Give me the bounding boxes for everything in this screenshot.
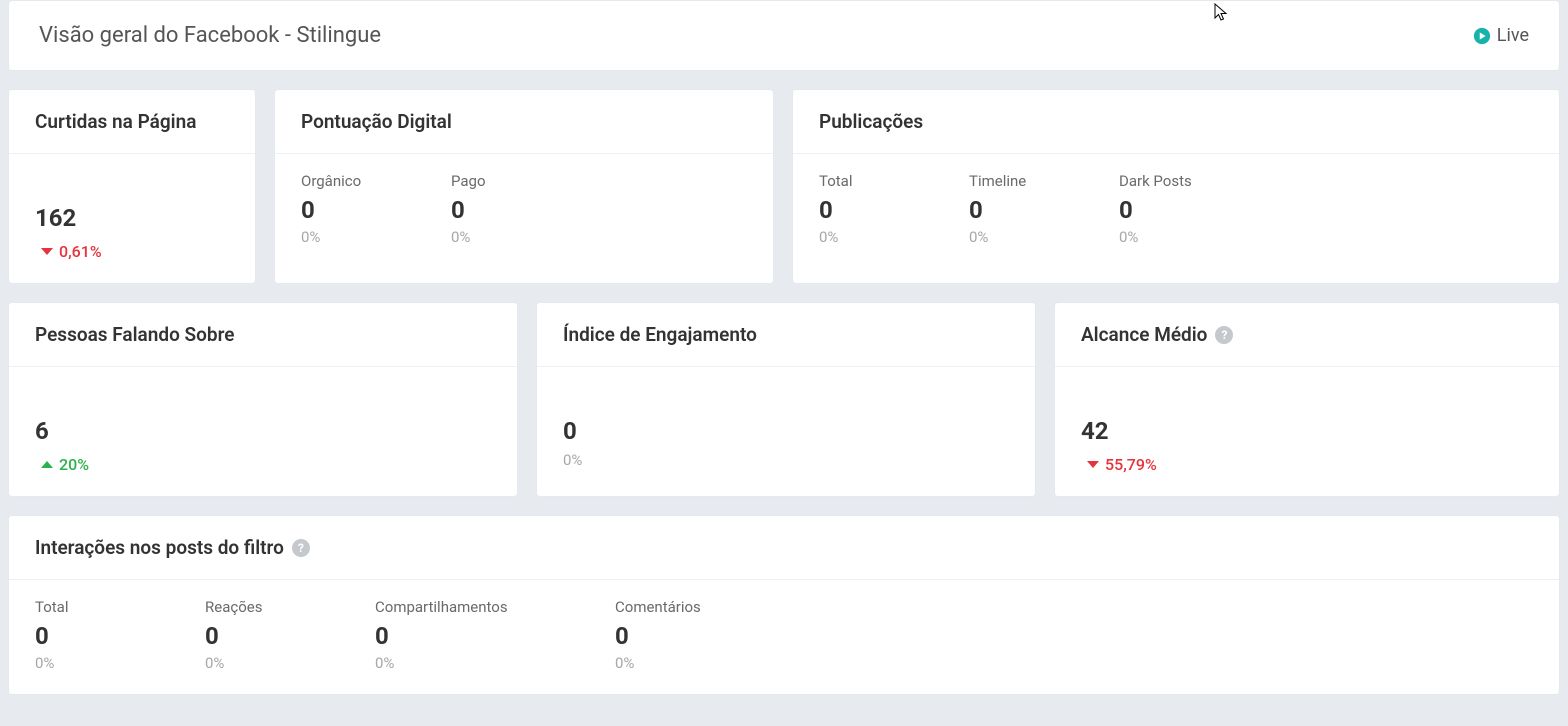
metric-label: Pago xyxy=(451,172,541,190)
card-header: Interações nos posts do filtro ? xyxy=(9,516,1559,580)
card-body: 42 55,79% xyxy=(1055,367,1559,496)
delta-text: 20% xyxy=(59,455,89,474)
metric-value: 0 xyxy=(615,622,705,650)
engagement-value: 0 xyxy=(563,417,1009,445)
metric-delta: 0% xyxy=(969,228,1059,246)
metric-delta: 0% xyxy=(819,228,909,246)
metric-total: Total 0 0% xyxy=(35,598,125,672)
card-header: Publicações xyxy=(793,90,1559,154)
metric-delta: 0% xyxy=(1119,228,1209,246)
metric-value: 0 xyxy=(819,196,909,224)
page-header: Visão geral do Facebook - Stilingue Live xyxy=(8,0,1560,71)
page-likes-value: 162 xyxy=(35,204,229,232)
avg-reach-delta: 55,79% xyxy=(1081,455,1533,474)
caret-up-icon xyxy=(41,461,53,468)
metric-delta: 0% xyxy=(615,654,705,672)
card-talking-about: Pessoas Falando Sobre 6 20% xyxy=(8,302,518,497)
metric-label: Timeline xyxy=(969,172,1059,190)
metrics-row: Total 0 0% Timeline 0 0% Dark Posts 0 0% xyxy=(819,172,1533,246)
talking-about-value: 6 xyxy=(35,417,491,445)
caret-down-icon xyxy=(1087,461,1099,468)
metric-delta: 0% xyxy=(205,654,295,672)
live-label: Live xyxy=(1497,25,1529,46)
card-body: Total 0 0% Timeline 0 0% Dark Posts 0 0% xyxy=(793,154,1559,268)
card-body: Orgânico 0 0% Pago 0 0% xyxy=(275,154,773,268)
card-posts: Publicações Total 0 0% Timeline 0 0% Dar… xyxy=(792,89,1560,284)
metric-organic: Orgânico 0 0% xyxy=(301,172,391,246)
caret-down-icon xyxy=(41,248,53,255)
metric-value: 0 xyxy=(301,196,391,224)
metric-value: 0 xyxy=(969,196,1059,224)
metric-value: 0 xyxy=(451,196,541,224)
metric-label: Comentários xyxy=(615,598,705,616)
metric-label: Dark Posts xyxy=(1119,172,1209,190)
help-icon[interactable]: ? xyxy=(292,539,310,557)
metric-delta: 0% xyxy=(375,654,535,672)
metric-value: 0 xyxy=(375,622,535,650)
card-title: Pessoas Falando Sobre xyxy=(35,323,234,346)
card-digital-score: Pontuação Digital Orgânico 0 0% Pago 0 0… xyxy=(274,89,774,284)
card-body: 6 20% xyxy=(9,367,517,496)
metric-value: 0 xyxy=(35,622,125,650)
engagement-delta: 0% xyxy=(563,451,1009,469)
card-body: 0 0% xyxy=(537,367,1035,491)
metric-value: 0 xyxy=(1119,196,1209,224)
card-title: Publicações xyxy=(819,110,923,133)
card-header: Curtidas na Página xyxy=(9,90,255,154)
card-title: Interações nos posts do filtro xyxy=(35,536,284,559)
metrics-row: Total 0 0% Reações 0 0% Compartilhamento… xyxy=(35,598,1533,672)
metric-darkposts: Dark Posts 0 0% xyxy=(1119,172,1209,246)
card-header: Índice de Engajamento xyxy=(537,303,1035,367)
live-indicator[interactable]: Live xyxy=(1473,25,1529,46)
card-title: Alcance Médio xyxy=(1081,323,1207,346)
metric-label: Compartilhamentos xyxy=(375,598,535,616)
page-likes-delta: 0,61% xyxy=(35,242,229,261)
card-body: Total 0 0% Reações 0 0% Compartilhamento… xyxy=(9,580,1559,694)
card-header: Alcance Médio ? xyxy=(1055,303,1559,367)
metric-timeline: Timeline 0 0% xyxy=(969,172,1059,246)
card-title: Pontuação Digital xyxy=(301,110,452,133)
metric-shares: Compartilhamentos 0 0% xyxy=(375,598,535,672)
metric-label: Total xyxy=(35,598,125,616)
help-icon[interactable]: ? xyxy=(1215,326,1233,344)
delta-text: 0,61% xyxy=(59,242,102,261)
page-title: Visão geral do Facebook - Stilingue xyxy=(39,23,381,48)
metric-comments: Comentários 0 0% xyxy=(615,598,705,672)
metric-delta: 0% xyxy=(35,654,125,672)
metric-reactions: Reações 0 0% xyxy=(205,598,295,672)
card-avg-reach: Alcance Médio ? 42 55,79% xyxy=(1054,302,1560,497)
play-circle-icon xyxy=(1473,27,1491,45)
talking-about-delta: 20% xyxy=(35,455,491,474)
metric-paid: Pago 0 0% xyxy=(451,172,541,246)
delta-text: 55,79% xyxy=(1105,455,1157,474)
card-interactions: Interações nos posts do filtro ? Total 0… xyxy=(8,515,1560,695)
stats-row-3: Interações nos posts do filtro ? Total 0… xyxy=(8,515,1560,695)
card-body: 162 0,61% xyxy=(9,154,255,283)
metric-delta: 0% xyxy=(301,228,391,246)
metric-label: Total xyxy=(819,172,909,190)
metric-total: Total 0 0% xyxy=(819,172,909,246)
stats-row-1: Curtidas na Página 162 0,61% Pontuação D… xyxy=(8,89,1560,284)
card-title: Curtidas na Página xyxy=(35,110,196,133)
card-header: Pontuação Digital xyxy=(275,90,773,154)
card-title: Índice de Engajamento xyxy=(563,323,757,346)
card-page-likes: Curtidas na Página 162 0,61% xyxy=(8,89,256,284)
avg-reach-value: 42 xyxy=(1081,417,1533,445)
metric-delta: 0% xyxy=(451,228,541,246)
stats-row-2: Pessoas Falando Sobre 6 20% Índice de En… xyxy=(8,302,1560,497)
metric-label: Reações xyxy=(205,598,295,616)
metric-label: Orgânico xyxy=(301,172,391,190)
card-engagement-index: Índice de Engajamento 0 0% xyxy=(536,302,1036,497)
metrics-row: Orgânico 0 0% Pago 0 0% xyxy=(301,172,747,246)
card-header: Pessoas Falando Sobre xyxy=(9,303,517,367)
metric-value: 0 xyxy=(205,622,295,650)
